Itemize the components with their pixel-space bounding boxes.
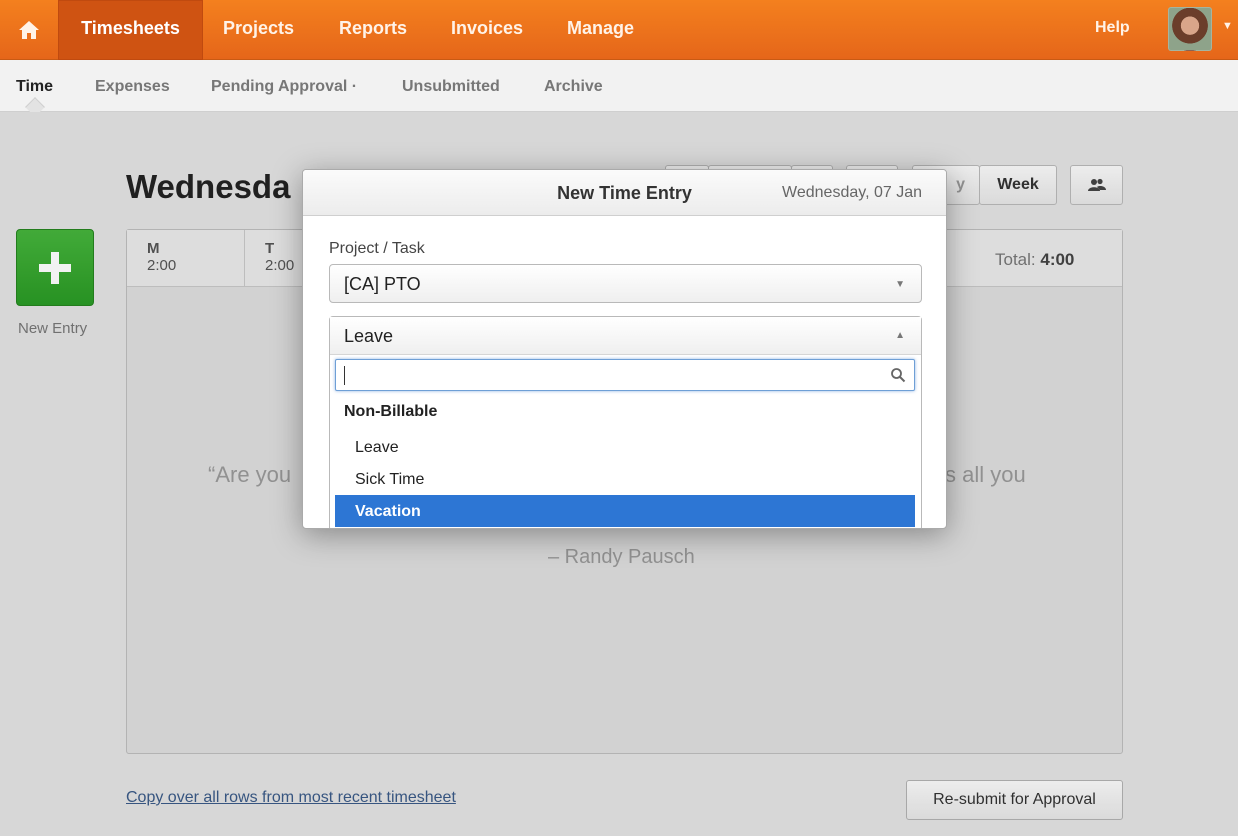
help-link[interactable]: Help (1095, 0, 1130, 56)
sub-navigation: Time Expenses Pending Approval · Unsubmi… (0, 60, 1238, 112)
task-select-value: Leave (344, 326, 394, 346)
option-vacation[interactable]: Vacation (335, 495, 915, 527)
home-icon[interactable] (0, 0, 58, 60)
text-cursor (344, 366, 345, 385)
nav-projects[interactable]: Projects (223, 0, 294, 60)
nav-manage[interactable]: Manage (567, 0, 634, 60)
nav-invoices[interactable]: Invoices (451, 0, 523, 60)
top-navigation: Timesheets Projects Reports Invoices Man… (0, 0, 1238, 60)
option-sick-time[interactable]: Sick Time (335, 463, 915, 495)
project-task-label: Project / Task (329, 240, 425, 257)
task-search-input[interactable] (335, 359, 915, 391)
new-time-entry-modal: New Time Entry Wednesday, 07 Jan Project… (302, 169, 947, 529)
chevron-down-icon[interactable]: ▼ (1222, 20, 1233, 32)
subnav-expenses[interactable]: Expenses (95, 78, 170, 96)
avatar[interactable] (1168, 7, 1212, 51)
option-group-label: Non-Billable (344, 403, 438, 420)
task-select[interactable]: Leave ▲ (330, 317, 921, 355)
search-icon (891, 368, 906, 383)
subnav-unsubmitted[interactable]: Unsubmitted (402, 78, 500, 96)
option-leave[interactable]: Leave (335, 431, 915, 463)
subnav-archive[interactable]: Archive (544, 78, 603, 96)
modal-date: Wednesday, 07 Jan (782, 184, 922, 201)
nav-reports[interactable]: Reports (339, 0, 407, 60)
subnav-pending-approval[interactable]: Pending Approval · (211, 78, 357, 96)
nav-timesheets[interactable]: Timesheets (58, 0, 203, 60)
task-dropdown: Leave ▲ Non-Billable Leave Sick Time Vac… (329, 316, 922, 528)
subnav-time[interactable]: Time (16, 78, 53, 96)
project-select[interactable]: [CA] PTO ▼ (329, 264, 922, 303)
project-select-value: [CA] PTO (344, 274, 421, 294)
chevron-up-icon: ▲ (895, 330, 905, 341)
chevron-down-icon: ▼ (895, 279, 905, 290)
modal-header: New Time Entry Wednesday, 07 Jan (303, 170, 946, 216)
